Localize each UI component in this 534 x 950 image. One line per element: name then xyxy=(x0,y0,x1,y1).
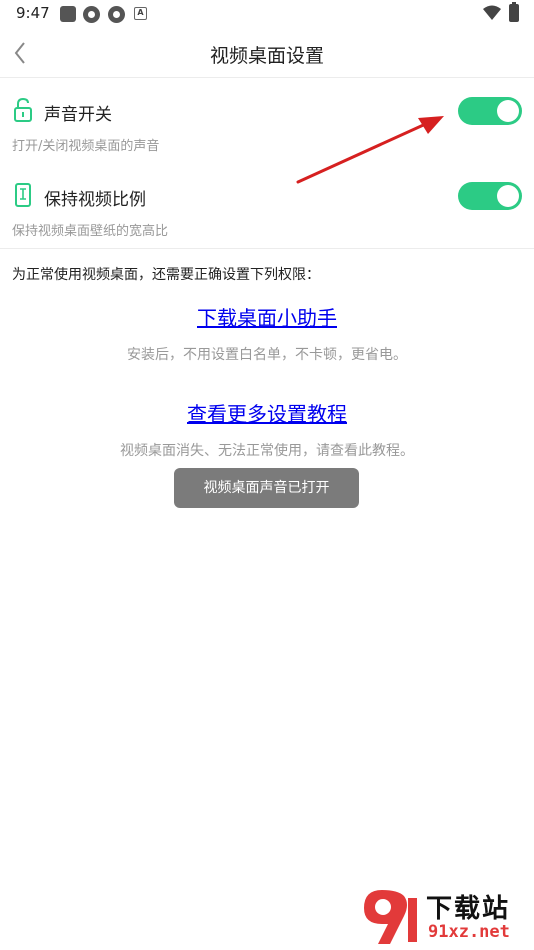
toggle-knob xyxy=(497,100,519,122)
watermark: 下载站 91xz.net xyxy=(360,886,532,948)
permissions-intro: 为正常使用视频桌面，还需要正确设置下列权限： xyxy=(12,267,320,283)
notification-square-icon xyxy=(60,6,76,22)
watermark-logo-icon xyxy=(364,890,417,944)
wifi-icon xyxy=(483,5,501,20)
unlock-icon xyxy=(14,98,32,122)
watermark-text: 下载站 xyxy=(426,894,511,924)
header: 视频桌面设置 xyxy=(0,28,534,78)
status-time: 9:47 xyxy=(16,4,50,22)
setting-description: 保持视频桌面壁纸的宽高比 xyxy=(12,224,169,239)
toggle-knob xyxy=(497,185,519,207)
watermark-url: 91xz.net xyxy=(428,922,510,942)
download-helper-description: 安装后，不用设置白名单，不卡顿，更省电。 xyxy=(127,347,407,363)
setting-keep-ratio: 保持视频比例 保持视频桌面壁纸的宽高比 xyxy=(0,163,534,245)
more-tutorial-link[interactable]: 查看更多设置教程 xyxy=(0,398,534,427)
a-box-icon: A xyxy=(134,7,147,20)
sound-toggle[interactable] xyxy=(458,97,522,125)
divider xyxy=(0,248,534,249)
app-icon xyxy=(83,6,100,23)
app-icon xyxy=(108,6,125,23)
setting-sound: 声音开关 打开/关闭视频桌面的声音 xyxy=(0,78,534,158)
download-helper-link[interactable]: 下载桌面小助手 xyxy=(0,302,534,331)
toast-message: 视频桌面声音已打开 xyxy=(174,468,359,508)
setting-label: 保持视频比例 xyxy=(44,190,146,210)
setting-label: 声音开关 xyxy=(44,105,112,125)
annotation-arrow-icon xyxy=(296,116,444,184)
phone-frame-icon xyxy=(15,183,31,207)
battery-charging-icon xyxy=(509,2,519,22)
page-title: 视频桌面设置 xyxy=(209,45,324,67)
keep-ratio-toggle[interactable] xyxy=(458,182,522,210)
more-tutorial-description: 视频桌面消失、无法正常使用，请查看此教程。 xyxy=(120,443,414,459)
setting-description: 打开/关闭视频桌面的声音 xyxy=(12,139,160,154)
status-bar: 9:47 A xyxy=(0,0,534,28)
